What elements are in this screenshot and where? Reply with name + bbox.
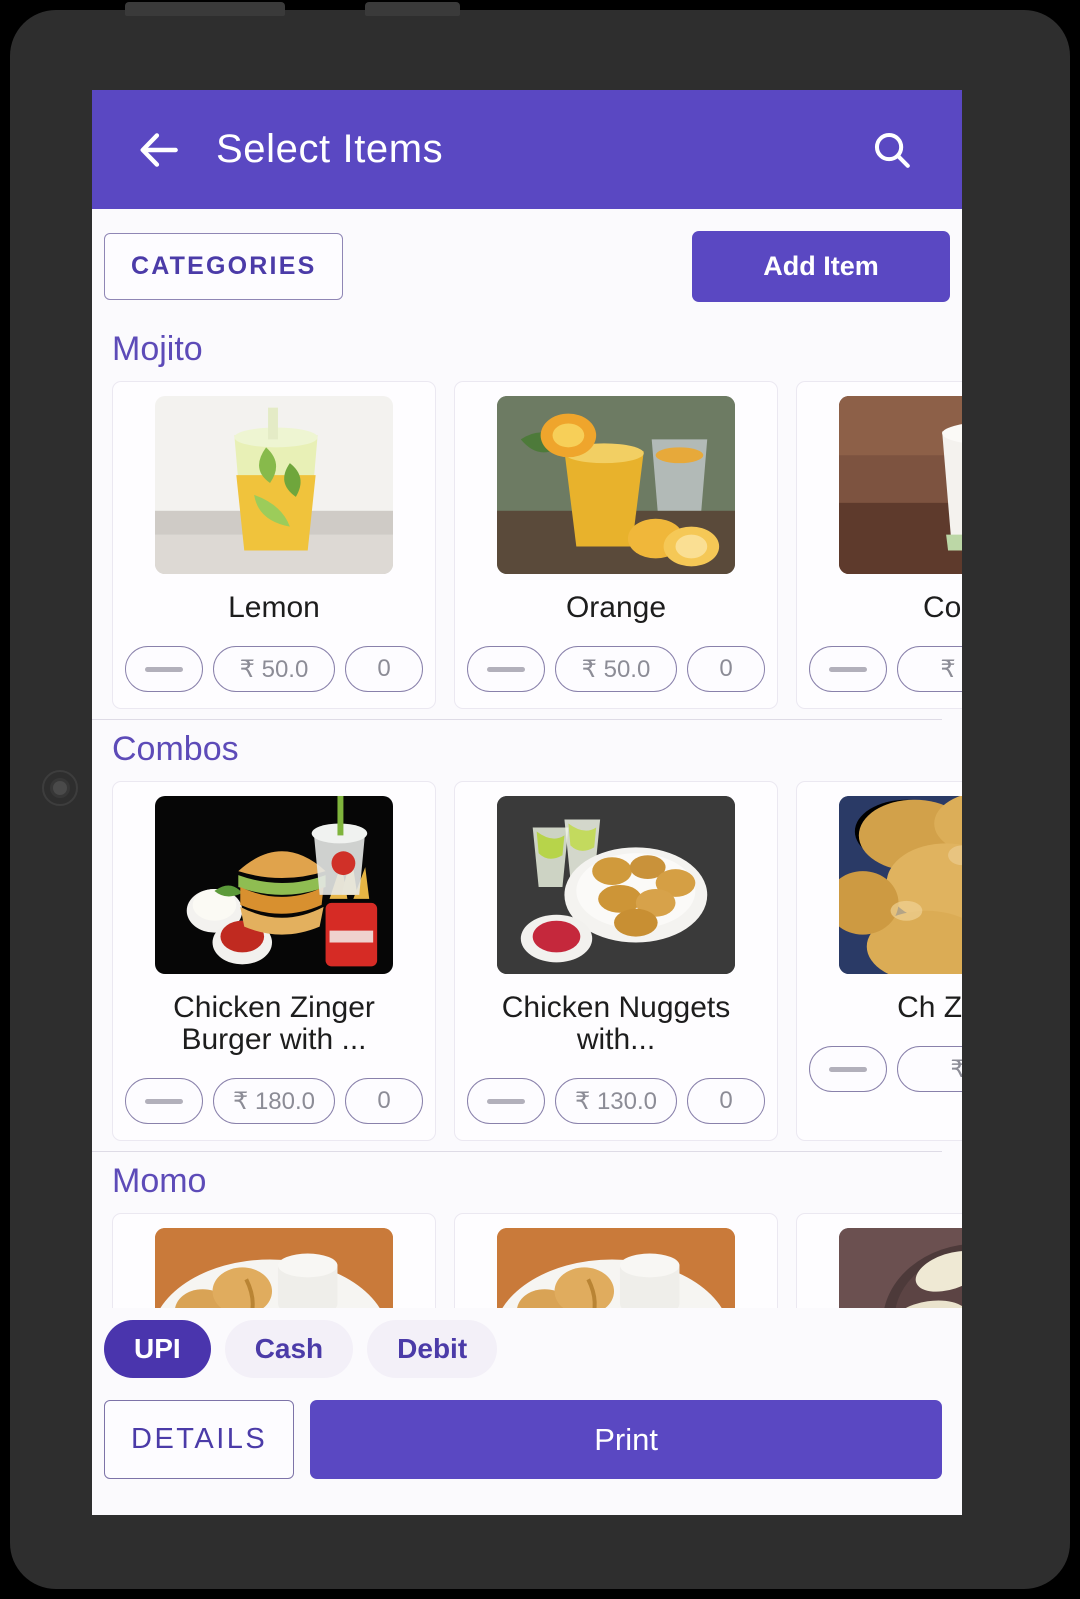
section-title: Combos: [112, 730, 239, 768]
decrement-button[interactable]: [809, 646, 887, 692]
app-bar: Select Items: [92, 90, 962, 209]
quantity-stepper[interactable]: ₹ 180.0 0: [125, 1078, 423, 1124]
orange-mojito-glass-image: [497, 396, 735, 574]
payment-method-debit[interactable]: Debit: [367, 1320, 498, 1378]
item-price[interactable]: ₹: [897, 1046, 962, 1092]
volume-button[interactable]: [125, 2, 285, 16]
details-button[interactable]: DETAILS: [104, 1400, 295, 1479]
decrement-button[interactable]: [125, 646, 203, 692]
minus-icon: [829, 666, 867, 672]
payment-method-upi[interactable]: UPI: [104, 1320, 211, 1378]
item-card[interactable]: Lemon ₹ 50.0 0: [112, 381, 436, 709]
arrow-left-icon[interactable]: [134, 125, 184, 175]
item-card[interactable]: Coco ₹ 5: [796, 381, 962, 709]
action-row: DETAILS Print: [104, 1400, 942, 1479]
payment-method-cash[interactable]: Cash: [224, 1320, 354, 1378]
item-quantity[interactable]: 0: [687, 646, 765, 692]
print-button[interactable]: Print: [310, 1400, 942, 1479]
decrement-button[interactable]: [467, 646, 545, 692]
item-section: MojitoLemon₹ 50.00Orange₹ 50.00Coco₹ 5: [92, 320, 962, 709]
item-section: Combos Chicken Zinger Burger with ... ₹ 18…: [92, 720, 962, 1141]
item-name: Orange: [565, 591, 667, 624]
item-price[interactable]: ₹ 180.0: [213, 1078, 335, 1124]
item-price[interactable]: ₹ 5: [897, 646, 962, 692]
item-name: Ch Zinge: [897, 991, 962, 1024]
payment-method-group: UPI Cash Debit: [104, 1320, 942, 1378]
minus-icon: [487, 1098, 525, 1104]
quantity-stepper[interactable]: ₹ 130.0 0: [467, 1078, 765, 1124]
quantity-stepper[interactable]: ₹ 50.0 0: [125, 646, 423, 692]
fried-chicken-combo-image: [839, 796, 962, 974]
section-title: Mojito: [112, 330, 203, 368]
item-price[interactable]: ₹ 50.0: [213, 646, 335, 692]
add-item-button[interactable]: Add Item: [692, 231, 950, 302]
minus-icon: [145, 1098, 183, 1104]
page-title: Select Items: [216, 127, 444, 171]
categories-button[interactable]: CATEGORIES: [104, 233, 344, 300]
quantity-stepper[interactable]: ₹ 5: [809, 646, 962, 692]
item-quantity[interactable]: 0: [345, 646, 423, 692]
item-card[interactable]: Chicken Zinger Burger with ... ₹ 180.0 0: [112, 781, 436, 1141]
lemon-mojito-glass-image: [155, 396, 393, 574]
quantity-stepper[interactable]: ₹: [809, 1046, 962, 1092]
coconut-mojito-glass-image: [839, 396, 962, 574]
item-sections: MojitoLemon₹ 50.00Orange₹ 50.00Coco₹ 5Co…: [92, 320, 962, 1423]
item-name: Lemon: [228, 591, 320, 624]
decrement-button[interactable]: [809, 1046, 887, 1092]
decrement-button[interactable]: [467, 1078, 545, 1124]
item-card-row[interactable]: Chicken Zinger Burger with ... ₹ 180.0 0 Ch…: [112, 781, 962, 1141]
decrement-button[interactable]: [125, 1078, 203, 1124]
quantity-stepper[interactable]: ₹ 50.0 0: [467, 646, 765, 692]
minus-icon: [487, 666, 525, 672]
burger-fries-drink-combo-image: [155, 796, 393, 974]
item-quantity[interactable]: 0: [687, 1078, 765, 1124]
item-card[interactable]: Chicken Nuggets with... ₹ 130.0 0: [454, 781, 778, 1141]
item-name: Coco: [922, 591, 962, 624]
item-name: Chicken Nuggets with...: [501, 991, 731, 1056]
front-camera-icon: [42, 770, 78, 806]
item-price[interactable]: ₹ 130.0: [555, 1078, 677, 1124]
item-name: Chicken Zinger Burger with ...: [173, 991, 375, 1056]
app-screen: Select Items CATEGORIES Add Item Mojito L…: [92, 90, 962, 1515]
item-price[interactable]: ₹ 50.0: [555, 646, 677, 692]
item-card-row[interactable]: Lemon₹ 50.00Orange₹ 50.00Coco₹ 5: [112, 381, 962, 709]
item-card[interactable]: Ch Zinge ₹: [796, 781, 962, 1141]
item-quantity[interactable]: 0: [345, 1078, 423, 1124]
power-button[interactable]: [365, 2, 460, 16]
section-title: Momo: [112, 1162, 207, 1200]
minus-icon: [829, 1066, 867, 1072]
item-card[interactable]: Orange ₹ 50.0 0: [454, 381, 778, 709]
search-icon[interactable]: [870, 128, 914, 172]
bottom-bar: UPI Cash Debit DETAILS Print: [92, 1308, 962, 1515]
toolbar: CATEGORIES Add Item: [92, 209, 962, 320]
nuggets-plate-combo-image: [497, 796, 735, 974]
minus-icon: [145, 666, 183, 672]
